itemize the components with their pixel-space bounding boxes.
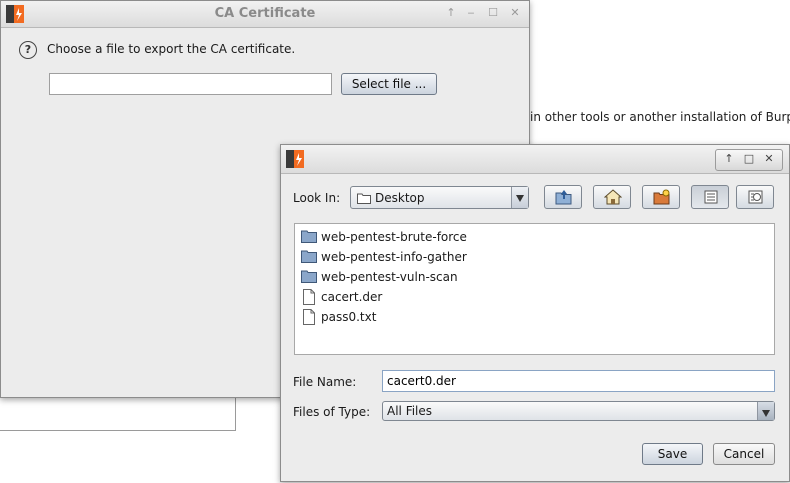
list-view-button[interactable] (691, 185, 729, 209)
home-button[interactable] (593, 185, 631, 209)
pin-icon[interactable]: ↑ (443, 5, 459, 21)
files-of-type-value: All Files (387, 404, 433, 418)
window-controls: ↑ □ ✕ (715, 149, 783, 171)
file-path-input[interactable] (49, 73, 332, 95)
file-icon (303, 309, 315, 325)
question-icon: ? (19, 41, 37, 59)
file-list[interactable]: web-pentest-brute-force web-pentest-info… (294, 223, 775, 355)
file-name: cacert.der (321, 290, 383, 304)
file-name-label: File Name: (293, 375, 357, 389)
file-name: pass0.txt (321, 310, 377, 324)
home-icon (604, 189, 622, 205)
look-in-label: Look In: (293, 191, 341, 205)
save-button[interactable]: Save (642, 443, 703, 465)
file-name: web-pentest-info-gather (321, 250, 467, 264)
chevron-down-icon[interactable] (757, 402, 774, 420)
close-icon[interactable]: ✕ (507, 5, 523, 21)
select-file-button[interactable]: Select file ... (341, 73, 437, 95)
file-icon (303, 289, 315, 305)
new-folder-button[interactable] (642, 185, 680, 209)
list-view-icon (704, 190, 718, 204)
folder-icon (357, 193, 371, 204)
cancel-button[interactable]: Cancel (713, 443, 775, 465)
details-view-icon (748, 190, 763, 204)
new-folder-icon (653, 189, 670, 205)
folder-icon (301, 230, 317, 243)
save-dialog-titlebar[interactable]: ↑ □ ✕ (281, 145, 789, 174)
maximize-icon[interactable]: □ (740, 152, 758, 165)
up-folder-icon (555, 190, 572, 205)
files-of-type-combo[interactable]: All Files (382, 401, 775, 421)
minimize-icon[interactable]: ‒ (463, 5, 479, 21)
look-in-value: Desktop (375, 191, 425, 205)
look-in-combo[interactable]: Desktop (350, 186, 529, 209)
pin-icon[interactable]: ↑ (720, 152, 738, 165)
ca-dialog-titlebar[interactable]: CA Certificate ↑ ‒ ☐ ✕ (1, 1, 529, 28)
close-icon[interactable]: ✕ (760, 152, 778, 165)
folder-icon (301, 270, 317, 283)
files-of-type-label: Files of Type: (293, 405, 371, 419)
up-one-level-button[interactable] (544, 185, 582, 209)
folder-icon (301, 250, 317, 263)
background-description-text: in other tools or another installation o… (530, 110, 790, 124)
burp-logo-icon (286, 150, 304, 168)
details-view-button[interactable] (736, 185, 774, 209)
file-name-input[interactable] (382, 370, 775, 392)
chevron-down-icon[interactable] (511, 187, 528, 208)
ca-dialog-message: Choose a file to export the CA certifica… (47, 42, 296, 56)
file-name: web-pentest-vuln-scan (321, 270, 458, 284)
save-file-dialog: ↑ □ ✕ Look In: Desktop web-pentest-brute… (280, 144, 790, 482)
file-name: web-pentest-brute-force (321, 230, 467, 244)
maximize-icon[interactable]: ☐ (485, 5, 501, 21)
